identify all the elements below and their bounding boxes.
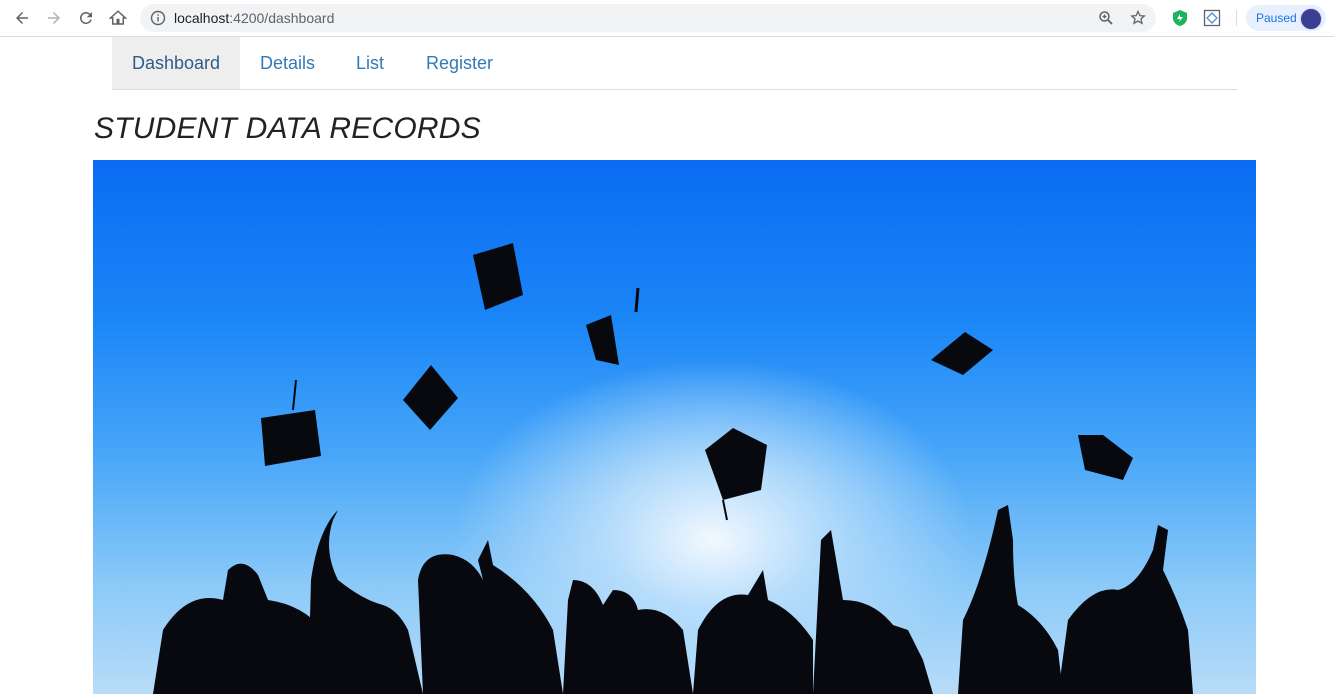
shield-extension-icon[interactable] — [1171, 9, 1189, 27]
profile-status: Paused — [1256, 11, 1297, 25]
home-icon[interactable] — [106, 6, 130, 30]
cap-4 — [261, 410, 321, 466]
nav-tabs: Dashboard Details List Register — [112, 37, 1237, 90]
cap-3 — [403, 365, 458, 430]
person-8 — [1058, 525, 1193, 694]
person-1 — [153, 563, 328, 694]
bookmark-star-icon[interactable] — [1130, 10, 1146, 26]
url-text[interactable]: localhost:4200/dashboard — [174, 10, 334, 26]
back-icon[interactable] — [10, 6, 34, 30]
reload-icon[interactable] — [74, 6, 98, 30]
browser-toolbar: localhost:4200/dashboard Paused — [0, 0, 1334, 37]
url-path: :4200/dashboard — [229, 10, 335, 26]
hero-image — [93, 160, 1256, 694]
tab-details[interactable]: Details — [240, 37, 335, 89]
tab-dashboard[interactable]: Dashboard — [112, 37, 241, 89]
cap-1 — [473, 243, 523, 310]
tab-register[interactable]: Register — [406, 37, 513, 89]
tab-list[interactable]: List — [336, 37, 404, 89]
cap-5 — [705, 428, 767, 500]
toolbar-divider — [1236, 10, 1237, 26]
person-2 — [308, 510, 423, 694]
graduation-illustration — [153, 243, 1193, 694]
avatar — [1300, 8, 1322, 30]
forward-icon[interactable] — [42, 6, 66, 30]
person-4 — [563, 580, 693, 694]
person-3 — [418, 540, 563, 694]
person-7 — [958, 505, 1063, 694]
zoom-icon[interactable] — [1098, 10, 1114, 26]
person-5 — [693, 570, 813, 694]
profile-button[interactable]: Paused — [1246, 5, 1326, 31]
extension-icon[interactable] — [1203, 9, 1221, 27]
cap-6 — [931, 332, 993, 375]
page-title: STUDENT DATA RECORDS — [94, 112, 481, 145]
cap-2 — [586, 315, 619, 365]
info-icon[interactable] — [150, 10, 166, 26]
address-bar[interactable]: localhost:4200/dashboard — [140, 4, 1156, 32]
url-host: localhost — [174, 10, 230, 26]
person-6 — [813, 530, 933, 694]
cap-7 — [1078, 435, 1133, 480]
